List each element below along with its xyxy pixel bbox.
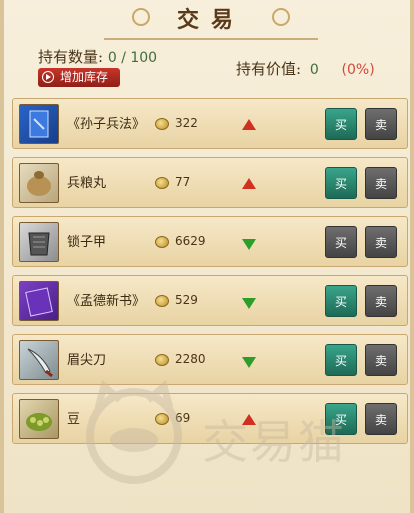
sell-button[interactable]: 卖 — [365, 226, 397, 258]
holding-label: 持有数量: — [38, 48, 104, 66]
worth-value: 0 — [309, 62, 319, 78]
armor-icon — [19, 222, 59, 262]
trade-panel: 交易 持有数量: 0 / 100 增加库存 持有价值: 0 (0%) 《孙子兵法… — [0, 0, 414, 513]
item-price: 69 — [175, 411, 191, 425]
item-price: 77 — [175, 175, 191, 189]
item-name: 兵粮丸 — [67, 176, 107, 191]
coin-icon — [155, 354, 169, 366]
sell-button[interactable]: 卖 — [365, 167, 397, 199]
add-stock-button[interactable]: 增加库存 — [38, 68, 120, 87]
coin-icon — [155, 177, 169, 189]
worth-percent: (0%) — [341, 62, 375, 78]
grain-sack-icon — [19, 163, 59, 203]
item-name: 豆 — [67, 412, 81, 427]
add-stock-label: 增加库存 — [60, 70, 109, 84]
list-item: 《孙子兵法》 322 买 卖 — [12, 98, 408, 149]
item-name: 眉尖刀 — [67, 353, 107, 368]
coin-icon — [155, 236, 169, 248]
trend-down-icon — [242, 357, 256, 368]
trend-up-icon — [242, 119, 256, 130]
holding-worth: 持有价值: 0 (0%) — [236, 58, 375, 79]
coin-icon — [155, 413, 169, 425]
trend-down-icon — [242, 298, 256, 309]
buy-button[interactable]: 买 — [325, 403, 357, 435]
holding-quantity: 持有数量: 0 / 100 — [38, 46, 157, 67]
item-name: 《孟德新书》 — [67, 294, 146, 309]
item-list: 《孙子兵法》 322 买 卖 兵粮丸 77 买 卖 锁子甲 6629 买 卖 《… — [12, 98, 408, 452]
item-price: 529 — [175, 293, 198, 307]
page-title: 交易 — [176, 7, 245, 33]
book-blue-icon — [19, 104, 59, 144]
blade-icon — [19, 340, 59, 380]
item-price: 6629 — [175, 234, 206, 248]
buy-button[interactable]: 买 — [325, 167, 357, 199]
title-bar: 交易 — [104, 2, 318, 40]
coin-icon — [155, 295, 169, 307]
list-item: 豆 69 买 卖 — [12, 393, 408, 444]
holding-value: 0 / 100 — [107, 50, 158, 66]
item-price: 322 — [175, 116, 198, 130]
trend-down-icon — [242, 239, 256, 250]
sell-button[interactable]: 卖 — [365, 108, 397, 140]
buy-button[interactable]: 买 — [325, 344, 357, 376]
sell-button[interactable]: 卖 — [365, 285, 397, 317]
coin-icon — [155, 118, 169, 130]
trend-up-icon — [242, 414, 256, 425]
list-item: 锁子甲 6629 买 卖 — [12, 216, 408, 267]
worth-label: 持有价值: — [236, 60, 302, 78]
sell-button[interactable]: 卖 — [365, 344, 397, 376]
item-name: 《孙子兵法》 — [67, 117, 146, 132]
list-item: 眉尖刀 2280 买 卖 — [12, 334, 408, 385]
book-purple-icon — [19, 281, 59, 321]
sell-button[interactable]: 卖 — [365, 403, 397, 435]
item-price: 2280 — [175, 352, 206, 366]
buy-button[interactable]: 买 — [325, 226, 357, 258]
play-icon — [42, 71, 54, 83]
buy-button[interactable]: 买 — [325, 285, 357, 317]
list-item: 兵粮丸 77 买 卖 — [12, 157, 408, 208]
item-name: 锁子甲 — [67, 235, 107, 250]
list-item: 《孟德新书》 529 买 卖 — [12, 275, 408, 326]
buy-button[interactable]: 买 — [325, 108, 357, 140]
trend-up-icon — [242, 178, 256, 189]
beans-icon — [19, 399, 59, 439]
